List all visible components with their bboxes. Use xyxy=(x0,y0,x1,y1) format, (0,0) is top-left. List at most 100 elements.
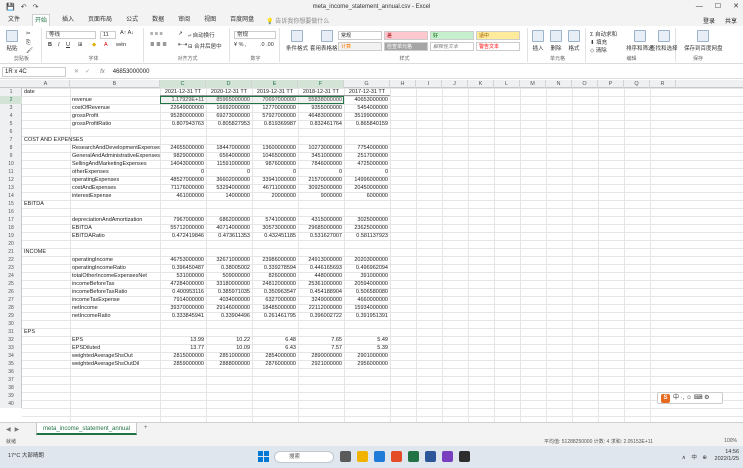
cell[interactable]: 21570000000 xyxy=(298,176,344,184)
cell[interactable]: operatingExpenses xyxy=(70,176,160,184)
cell[interactable]: 2921000000 xyxy=(298,360,344,368)
cell[interactable]: 4034000000 xyxy=(206,296,252,304)
cell[interactable]: 48527000000 xyxy=(160,176,206,184)
cell[interactable]: incomeTaxExpense xyxy=(70,296,160,304)
cell[interactable]: otherExpenses xyxy=(70,168,160,176)
column-header[interactable]: A xyxy=(22,80,70,88)
cell[interactable]: EPS xyxy=(22,328,160,336)
cell[interactable]: 0.807943763 xyxy=(160,120,206,128)
cell[interactable]: 11591000000 xyxy=(206,160,252,168)
delete-cells-button[interactable]: 删除 xyxy=(550,30,562,52)
style-warning[interactable]: 警告文本 xyxy=(476,42,520,51)
number-format-select[interactable]: 常规 xyxy=(234,31,276,39)
row-header[interactable]: 9 xyxy=(0,152,22,160)
cell[interactable]: operatingIncomeRatio xyxy=(70,264,160,272)
tell-me-search[interactable]: 💡 告诉我你想要做什么 xyxy=(266,16,329,25)
cell[interactable]: 7754000000 xyxy=(344,144,390,152)
cell[interactable]: 0.472419846 xyxy=(160,232,206,240)
column-header[interactable]: R xyxy=(650,80,676,88)
font-color-icon[interactable]: A xyxy=(104,42,108,48)
cell[interactable]: 6327000000 xyxy=(252,296,298,304)
cell[interactable]: 32671000000 xyxy=(206,256,252,264)
row-header[interactable]: 21 xyxy=(0,248,22,256)
cell[interactable]: 13.77 xyxy=(160,344,206,352)
cell[interactable]: 0.396002722 xyxy=(298,312,344,320)
weather-widget[interactable]: 17°C 大部晴朗 xyxy=(8,451,44,459)
column-header[interactable]: P xyxy=(598,80,624,88)
cell[interactable]: 30925000000 xyxy=(298,184,344,192)
cell[interactable]: EPSDiluted xyxy=(70,344,160,352)
cell[interactable]: 0 xyxy=(344,168,390,176)
fill-color-icon[interactable]: ◆ xyxy=(92,42,96,48)
word-icon[interactable] xyxy=(425,451,436,462)
cell[interactable]: 6.48 xyxy=(252,336,298,344)
cell[interactable]: 0.385971035 xyxy=(206,288,252,296)
cancel-icon[interactable]: ✕ xyxy=(74,68,79,75)
cell[interactable]: 0.396450487 xyxy=(160,264,206,272)
cell[interactable]: totalOtherIncomeExpensesNet xyxy=(70,272,160,280)
cell[interactable]: 20000000 xyxy=(252,192,298,200)
windows-start-icon[interactable] xyxy=(258,451,269,462)
paste-button[interactable]: 粘贴 xyxy=(6,30,18,52)
conditional-format-button[interactable]: 条件格式 xyxy=(286,30,308,52)
format-cells-button[interactable]: 格式 xyxy=(568,30,580,52)
align-top-icon[interactable]: ≡ ≡ ≡ xyxy=(150,31,163,37)
cell[interactable]: 46711000000 xyxy=(252,184,298,192)
cell[interactable]: 20450000000 xyxy=(344,184,390,192)
cell[interactable]: 30573000000 xyxy=(252,224,298,232)
cell[interactable]: revenue xyxy=(70,96,160,104)
style-normal[interactable]: 常规 xyxy=(338,31,382,40)
cell[interactable]: 14000000 xyxy=(206,192,252,200)
row-header[interactable]: 40 xyxy=(0,400,22,408)
cell[interactable]: netIncome xyxy=(70,304,160,312)
cell[interactable]: 18485000000 xyxy=(252,304,298,312)
add-sheet-button[interactable]: + xyxy=(144,425,148,431)
formula-input[interactable]: 46853000000 xyxy=(113,69,150,75)
cell[interactable]: 46483000000 xyxy=(298,112,344,120)
maximize-icon[interactable]: ☐ xyxy=(715,0,721,14)
cell[interactable]: weightedAverageShsOut xyxy=(70,352,160,360)
cell[interactable]: 0 xyxy=(206,168,252,176)
cell[interactable]: 69273000000 xyxy=(206,112,252,120)
cell[interactable]: 23625000000 xyxy=(344,224,390,232)
currency-icon[interactable]: ¥ % , xyxy=(234,42,247,48)
row-header[interactable]: 22 xyxy=(0,256,22,264)
row-header[interactable]: 8 xyxy=(0,144,22,152)
row-header[interactable]: 18 xyxy=(0,224,22,232)
row-header[interactable]: 20 xyxy=(0,240,22,248)
row-header[interactable]: 3 xyxy=(0,104,22,112)
cell[interactable]: 0.333845941 xyxy=(160,312,206,320)
cell[interactable]: 2876000000 xyxy=(252,360,298,368)
style-check-cell[interactable]: 检查单元格 xyxy=(384,42,428,51)
cell[interactable]: incomeBeforeTax xyxy=(70,280,160,288)
cell[interactable]: 2888000000 xyxy=(206,360,252,368)
cell[interactable]: 0.506580080 xyxy=(344,288,390,296)
cell[interactable]: 0.400953116 xyxy=(160,288,206,296)
edge-icon[interactable] xyxy=(374,451,385,462)
cell[interactable]: ResearchAndDevelopmentExpenses xyxy=(70,144,160,152)
cell[interactable]: 5454000000 xyxy=(344,104,390,112)
decimal-icon[interactable]: .0 .00 xyxy=(260,42,274,48)
cell[interactable]: 9876000000 xyxy=(252,160,298,168)
wrap-text-button[interactable]: ⤶ 自动换行 xyxy=(188,31,215,40)
cell[interactable]: 24913000000 xyxy=(298,256,344,264)
zoom-level[interactable]: 100% xyxy=(724,438,737,444)
column-header[interactable]: L xyxy=(494,80,520,88)
cell[interactable]: 9000000 xyxy=(298,192,344,200)
cell[interactable]: 2815000000 xyxy=(160,352,206,360)
cell[interactable]: 0.473611353 xyxy=(206,232,252,240)
row-header[interactable]: 17 xyxy=(0,216,22,224)
tab-formulas[interactable]: 公式 xyxy=(124,14,140,26)
share-button[interactable]: 共享 xyxy=(725,16,737,25)
terminal-icon[interactable] xyxy=(459,451,470,462)
cell[interactable]: grossProfit xyxy=(70,112,160,120)
tab-page-layout[interactable]: 页面布局 xyxy=(86,14,114,26)
cell[interactable]: 4660000000 xyxy=(344,296,390,304)
cell[interactable]: 7914000000 xyxy=(160,296,206,304)
row-header[interactable]: 29 xyxy=(0,312,22,320)
cell[interactable]: 40714000000 xyxy=(206,224,252,232)
chrome-icon[interactable] xyxy=(391,451,402,462)
cell[interactable]: incomeBeforeTaxRatio xyxy=(70,288,160,296)
cell[interactable]: depreciationAndAmortization xyxy=(70,216,160,224)
cell[interactable]: 46753000000 xyxy=(160,256,206,264)
